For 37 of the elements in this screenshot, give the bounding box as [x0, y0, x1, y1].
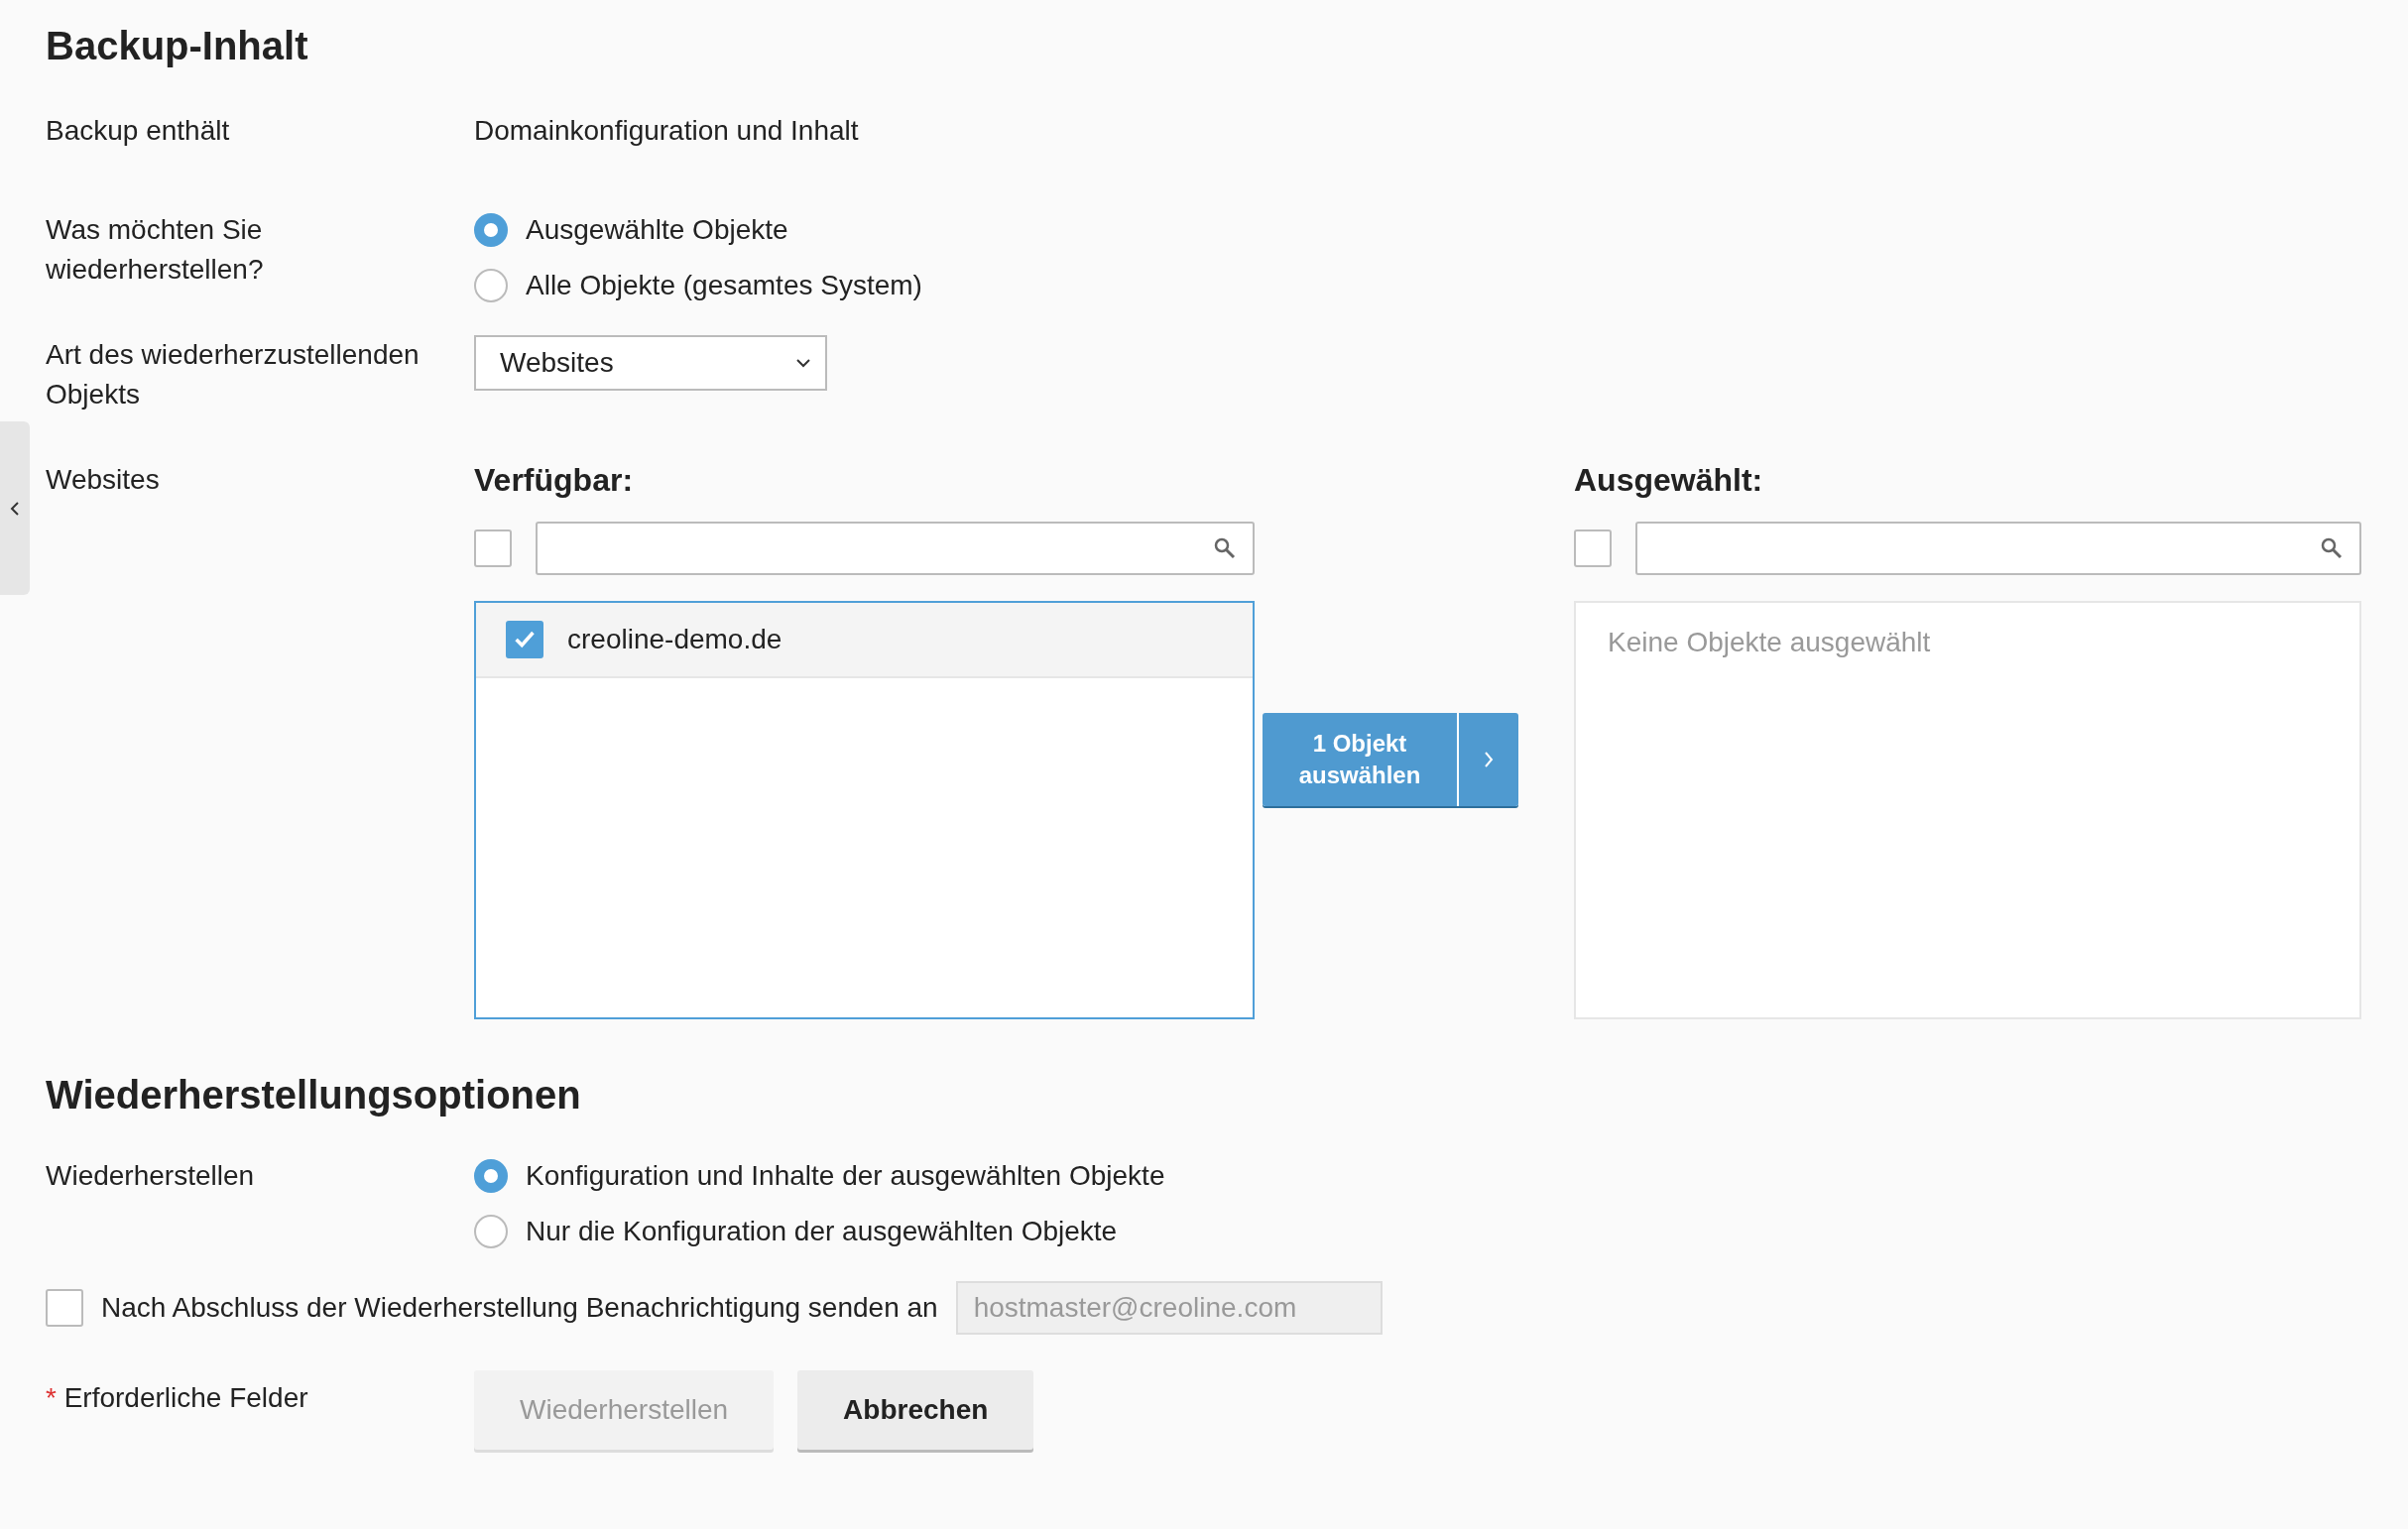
empty-message: Keine Objekte ausgewählt — [1608, 626, 1931, 659]
select-all-checkbox[interactable] — [1574, 529, 1612, 567]
type-dropdown[interactable]: Websites — [474, 335, 827, 391]
search-icon — [2320, 536, 2344, 560]
select-all-checkbox[interactable] — [474, 529, 512, 567]
radio-label: Alle Objekte (gesamtes System) — [526, 269, 922, 302]
move-right-button[interactable] — [1459, 713, 1518, 806]
item-checkbox[interactable] — [506, 621, 543, 658]
field-label: Wiederherstellen — [46, 1159, 256, 1193]
search-icon — [1213, 536, 1237, 560]
notify-checkbox[interactable] — [46, 1289, 83, 1327]
checkbox-label: Nach Abschluss der Wiederherstellung Benachrichtigung senden an — [101, 1292, 938, 1324]
radio-button[interactable] — [474, 269, 508, 302]
radio-button[interactable] — [474, 1159, 508, 1193]
chevron-left-icon — [10, 500, 20, 517]
field-value: Domainkonfiguration und Inhalt — [474, 114, 860, 148]
search-field[interactable] — [1635, 522, 2361, 575]
radio-label: Konfiguration und Inhalte der ausgewählten Objekte — [526, 1159, 1165, 1193]
action-button[interactable]: Abbrechen — [797, 1370, 1034, 1450]
radio-button[interactable] — [474, 213, 508, 247]
sidebar-toggle[interactable] — [0, 421, 30, 595]
chevron-down-icon — [795, 358, 811, 368]
field-label: Art des wiederherzustellenden Objekts — [46, 338, 421, 412]
list-title: Ausgewählt: — [1574, 461, 1764, 500]
search-field[interactable] — [536, 522, 1255, 575]
radio-label: Ausgewählte Objekte — [526, 213, 788, 247]
section-title: Backup-Inhalt — [46, 23, 309, 69]
field-label: Backup enthält — [46, 114, 231, 148]
section-title: Wiederherstellungsoptionen — [46, 1072, 582, 1118]
field-label: Websites — [46, 463, 161, 497]
list-item[interactable]: creoline-demo.de — [476, 603, 1253, 678]
radio-label: Nur die Konfiguration der ausgewählten Objekte — [526, 1215, 1118, 1248]
field-label: Was möchten Sie wiederherstellen? — [46, 213, 265, 287]
required-note: * Erforderliche Felder — [46, 1381, 309, 1415]
radio-button[interactable] — [474, 1215, 508, 1248]
chevron-right-icon — [1484, 751, 1494, 768]
list-title: Verfügbar: — [474, 461, 635, 500]
